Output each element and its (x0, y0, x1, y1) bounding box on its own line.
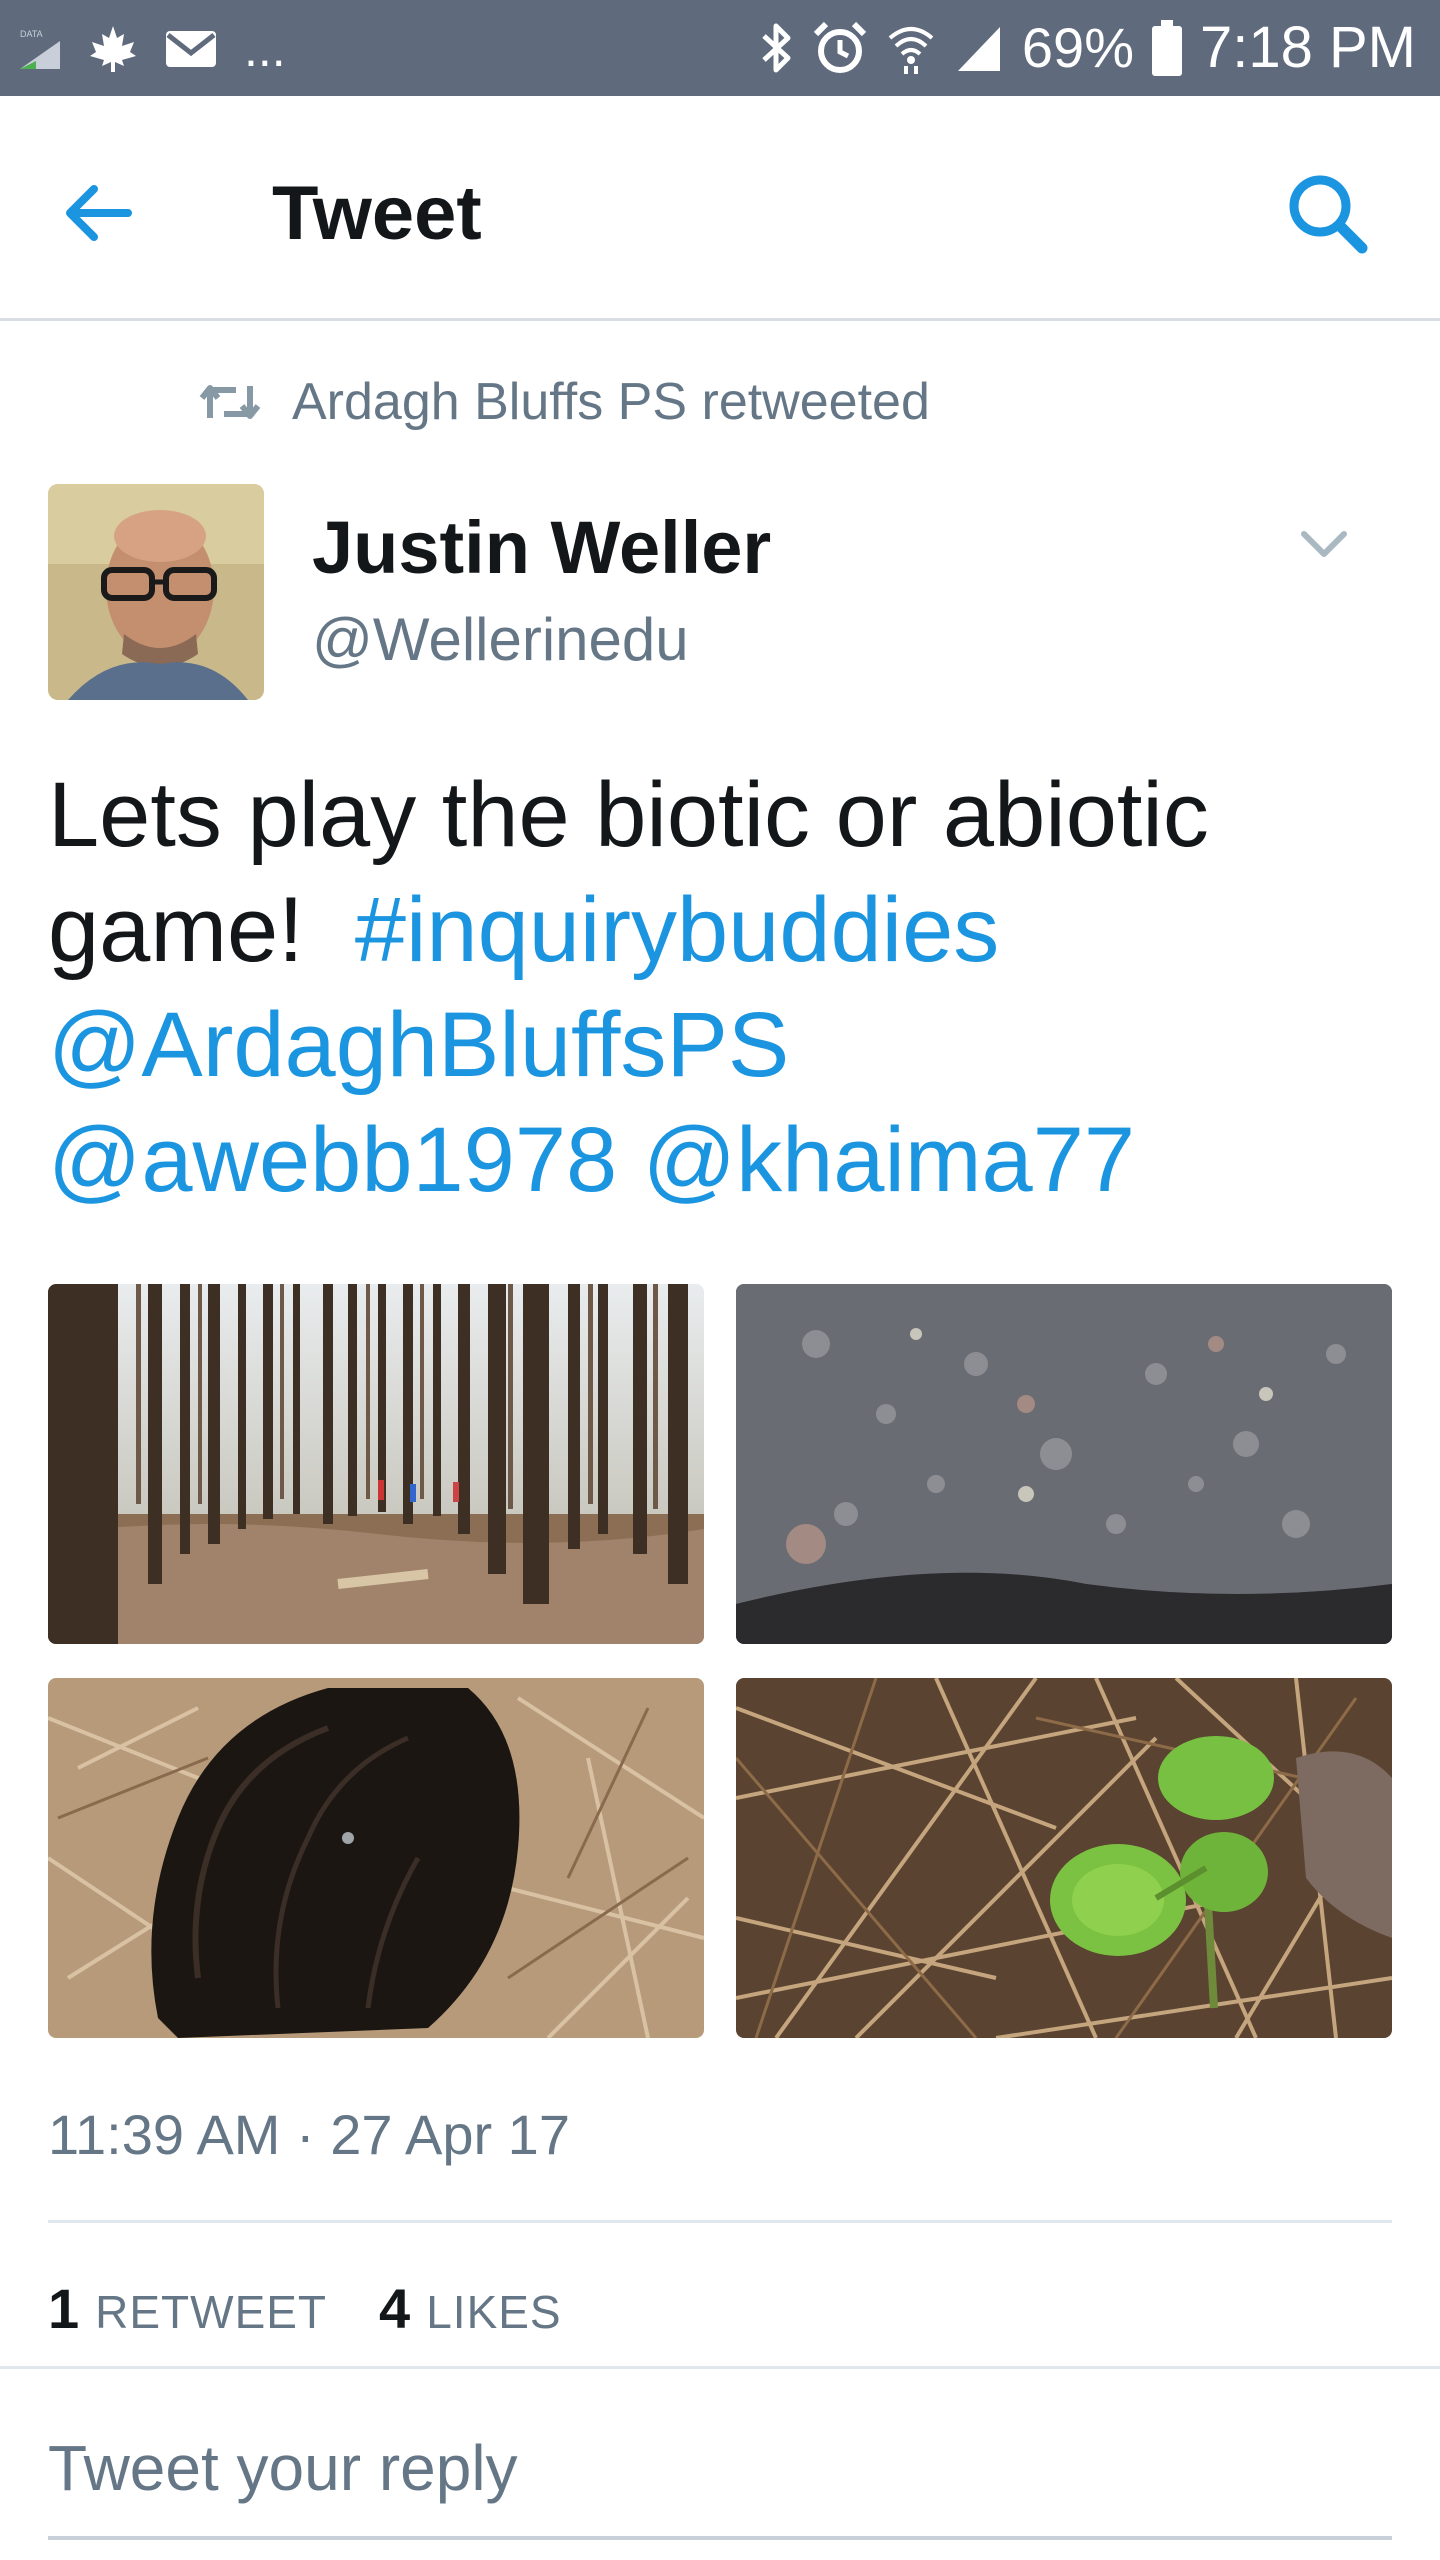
tweet-text-line1: Lets play the biotic or abiotic (48, 764, 1209, 866)
wifi-icon (888, 27, 934, 74)
forest-photo[interactable] (48, 1284, 704, 1644)
author-name[interactable]: Justin Weller (312, 506, 771, 590)
hashtag-link[interactable]: #inquirybuddies (355, 879, 999, 981)
data-label: DATA (20, 29, 43, 39)
tweet-text-line2: game! (48, 879, 304, 981)
tweet-stats: 1 RETWEET 4 LIKES (48, 2276, 562, 2346)
reply-input[interactable]: Tweet your reply (48, 2428, 518, 2508)
mention-link-khaima77[interactable]: @khaima77 (643, 1109, 1135, 1211)
search-icon[interactable] (1280, 166, 1376, 262)
status-bar-notifications: DATA ... (18, 21, 286, 77)
likes-label: LIKES (426, 2286, 562, 2338)
maple-leaf-icon (90, 26, 136, 72)
data-icon: DATA (20, 29, 60, 69)
status-overflow: ... (244, 21, 286, 77)
likes-count: 4 (379, 2277, 411, 2340)
mail-icon (166, 31, 216, 67)
retweet-label: RETWEET (95, 2286, 328, 2338)
retweet-icon (199, 385, 261, 419)
status-bar: DATA ... 69% 7:18 PM (0, 0, 1440, 96)
reply-underline (48, 2536, 1392, 2540)
divider (0, 2366, 1440, 2369)
tweet-text: Lets play the biotic or abiotic game! #i… (48, 758, 1398, 1218)
mention-link-ardaghbluffsps[interactable]: @ArdaghBluffsPS (48, 994, 789, 1096)
retweeted-label: Ardagh Bluffs PS retweeted (292, 373, 930, 431)
tweet-timestamp: 11:39 AM · 27 Apr 17 (48, 2103, 570, 2166)
author-handle[interactable]: @Wellerinedu (312, 604, 689, 676)
charred-log-photo[interactable] (48, 1678, 704, 2038)
rock-photo[interactable] (736, 1284, 1392, 1644)
battery-percent: 69% (1021, 16, 1134, 79)
retweet-count: 1 (48, 2277, 80, 2340)
mention-link-awebb1978[interactable]: @awebb1978 (48, 1109, 617, 1211)
battery-icon (1152, 20, 1182, 76)
avatar[interactable] (48, 484, 264, 700)
arrow-left-icon[interactable] (58, 168, 148, 258)
retweeted-by[interactable]: Ardagh Bluffs PS retweeted (198, 372, 930, 432)
chevron-down-icon[interactable] (1296, 516, 1352, 572)
status-bar-system: 69% 7:18 PM (760, 18, 1416, 78)
divider (48, 2220, 1392, 2223)
likes-stat[interactable]: 4 LIKES (379, 2276, 562, 2341)
app-header: Tweet (0, 96, 1440, 321)
retweet-stat[interactable]: 1 RETWEET (48, 2276, 327, 2341)
page-title: Tweet (272, 171, 482, 256)
clock: 7:18 PM (1200, 15, 1416, 80)
bluetooth-icon (762, 23, 791, 73)
alarm-icon (813, 21, 867, 73)
signal-icon (957, 27, 1000, 71)
seedling-photo[interactable] (736, 1678, 1392, 2038)
